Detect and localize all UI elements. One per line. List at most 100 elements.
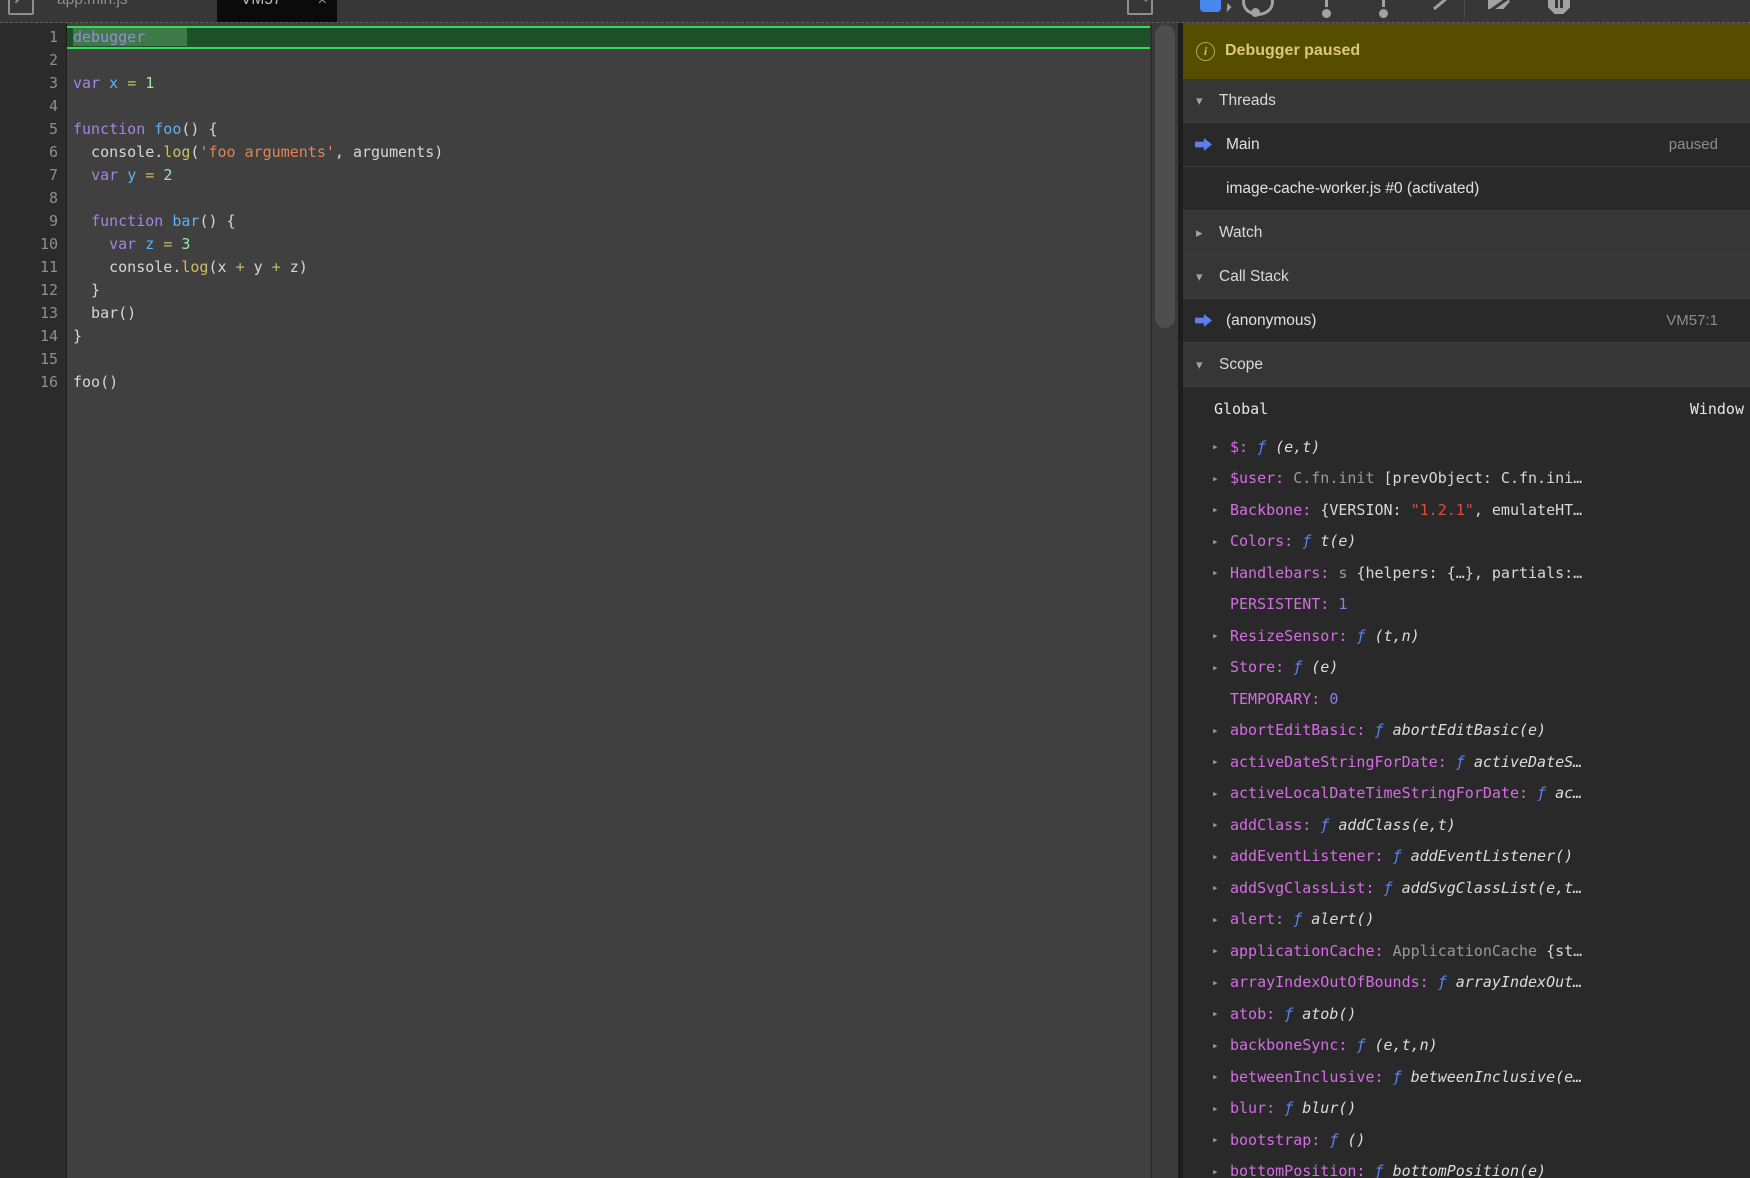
step-out-button[interactable] xyxy=(1379,9,1388,18)
code-line[interactable]: 1debugger xyxy=(0,26,1150,49)
section-header-watch[interactable]: ▸Watch xyxy=(1183,211,1750,255)
code-text[interactable]: foo() xyxy=(67,371,1150,394)
chevron-right-icon[interactable]: ▸ xyxy=(1212,850,1230,863)
scope-property-row[interactable]: ▸PERSISTENT: 1 xyxy=(1183,589,1750,621)
list-item[interactable]: image-cache-worker.js #0 (activated) xyxy=(1183,167,1750,211)
line-number[interactable]: 9 xyxy=(0,210,67,233)
code-line[interactable]: 5function foo() { xyxy=(0,118,1150,141)
chevron-down-icon[interactable]: ▾ xyxy=(1196,357,1219,373)
scope-property-row[interactable]: ▸bottomPosition: ƒ bottomPosition(e) xyxy=(1183,1156,1750,1178)
code-line[interactable]: 11 console.log(x + y + z) xyxy=(0,256,1150,279)
scope-property-row[interactable]: ▸bootstrap: ƒ () xyxy=(1183,1124,1750,1156)
section-header-call-stack[interactable]: ▾Call Stack xyxy=(1183,255,1750,299)
line-number[interactable]: 16 xyxy=(0,371,67,394)
chevron-right-icon[interactable]: ▸ xyxy=(1212,724,1230,737)
scope-property-row[interactable]: ▸Handlebars: s {helpers: {…}, partials:… xyxy=(1183,557,1750,589)
step-into-button[interactable] xyxy=(1322,9,1331,18)
chevron-down-icon[interactable]: ▾ xyxy=(1196,269,1219,285)
scope-property-row[interactable]: ▸addEventListener: ƒ addEventListener() xyxy=(1183,841,1750,873)
line-number[interactable]: 13 xyxy=(0,302,67,325)
line-number[interactable]: 3 xyxy=(0,72,67,95)
code-line[interactable]: 6 console.log('foo arguments', arguments… xyxy=(0,141,1150,164)
code-text[interactable] xyxy=(67,348,1150,371)
list-item[interactable]: (anonymous)VM57:1 xyxy=(1183,299,1750,343)
section-header-scope[interactable]: ▾Scope xyxy=(1183,343,1750,387)
code-text[interactable]: var y = 2 xyxy=(67,164,1150,187)
chevron-right-icon[interactable]: ▸ xyxy=(1212,535,1230,548)
code-line[interactable]: 14} xyxy=(0,325,1150,348)
scope-property-row[interactable]: ▸betweenInclusive: ƒ betweenInclusive(e… xyxy=(1183,1061,1750,1093)
code-line[interactable]: 2 xyxy=(0,49,1150,72)
chevron-right-icon[interactable]: ▸ xyxy=(1212,944,1230,957)
scope-property-row[interactable]: ▸arrayIndexOutOfBounds: ƒ arrayIndexOut… xyxy=(1183,967,1750,999)
chevron-down-icon[interactable]: ▾ xyxy=(1196,93,1219,109)
scope-property-row[interactable]: ▸$user: C.fn.init [prevObject: C.fn.ini… xyxy=(1183,463,1750,495)
scope-property-row[interactable]: ▸blur: ƒ blur() xyxy=(1183,1093,1750,1125)
scope-property-row[interactable]: ▸activeLocalDateTimeStringForDate: ƒ ac… xyxy=(1183,778,1750,810)
code-text[interactable]: bar() xyxy=(67,302,1150,325)
code-line[interactable]: 9 function bar() { xyxy=(0,210,1150,233)
code-line[interactable]: 4 xyxy=(0,95,1150,118)
code-text[interactable]: function foo() { xyxy=(67,118,1150,141)
scope-property-row[interactable]: ▸abortEditBasic: ƒ abortEditBasic(e) xyxy=(1183,715,1750,747)
scope-property-row[interactable]: ▸Colors: ƒ t(e) xyxy=(1183,526,1750,558)
chevron-right-icon[interactable]: ▸ xyxy=(1212,787,1230,800)
code-text[interactable] xyxy=(67,187,1150,210)
resume-script-button[interactable] xyxy=(1200,0,1221,12)
scope-property-row[interactable]: ▸Backbone: {VERSION: "1.2.1", emulateHT… xyxy=(1183,494,1750,526)
code-line[interactable]: 15 xyxy=(0,348,1150,371)
scope-property-row[interactable]: ▸alert: ƒ alert() xyxy=(1183,904,1750,936)
scope-property-row[interactable]: ▸addClass: ƒ addClass(e,t) xyxy=(1183,809,1750,841)
chevron-right-icon[interactable]: ▸ xyxy=(1212,1165,1230,1178)
line-number[interactable]: 4 xyxy=(0,95,67,118)
scope-property-row[interactable]: ▸atob: ƒ atob() xyxy=(1183,998,1750,1030)
code-line[interactable]: 3var x = 1 xyxy=(0,72,1150,95)
line-number[interactable]: 8 xyxy=(0,187,67,210)
chevron-right-icon[interactable]: ▸ xyxy=(1196,225,1219,241)
line-number[interactable]: 14 xyxy=(0,325,67,348)
scope-property-row[interactable]: ▸activeDateStringForDate: ƒ activeDateS… xyxy=(1183,746,1750,778)
code-line[interactable]: 7 var y = 2 xyxy=(0,164,1150,187)
line-number[interactable]: 15 xyxy=(0,348,67,371)
scope-property-row[interactable]: ▸backboneSync: ƒ (e,t,n) xyxy=(1183,1030,1750,1062)
line-number[interactable]: 12 xyxy=(0,279,67,302)
code-text[interactable]: console.log(x + y + z) xyxy=(67,256,1150,279)
code-line[interactable]: 12 } xyxy=(0,279,1150,302)
code-line[interactable]: 13 bar() xyxy=(0,302,1150,325)
code-line[interactable]: 8 xyxy=(0,187,1150,210)
editor-scrollbar-thumb[interactable] xyxy=(1155,25,1175,328)
tab-vm57[interactable]: VM57 × xyxy=(217,0,337,22)
chevron-right-icon[interactable]: ▸ xyxy=(1212,913,1230,926)
chevron-right-icon[interactable]: ▸ xyxy=(1212,1070,1230,1083)
list-item[interactable]: Mainpaused xyxy=(1183,123,1750,167)
chevron-right-icon[interactable]: ▸ xyxy=(1212,566,1230,579)
chevron-right-icon[interactable]: ▸ xyxy=(1212,661,1230,674)
navigator-toggle-icon[interactable] xyxy=(8,0,34,15)
code-text[interactable] xyxy=(67,49,1150,72)
code-text[interactable] xyxy=(67,95,1150,118)
code-line[interactable]: 16foo() xyxy=(0,371,1150,394)
code-text[interactable]: var z = 3 xyxy=(67,233,1150,256)
line-number[interactable]: 6 xyxy=(0,141,67,164)
scope-global-row[interactable]: Global Window xyxy=(1183,387,1750,431)
line-number[interactable]: 11 xyxy=(0,256,67,279)
scope-property-row[interactable]: ▸$: ƒ (e,t) xyxy=(1183,431,1750,463)
chevron-right-icon[interactable]: ▸ xyxy=(1212,976,1230,989)
chevron-right-icon[interactable]: ▸ xyxy=(1212,1007,1230,1020)
line-number[interactable]: 10 xyxy=(0,233,67,256)
scope-property-row[interactable]: ▸TEMPORARY: 0 xyxy=(1183,683,1750,715)
chevron-right-icon[interactable]: ▸ xyxy=(1212,629,1230,642)
line-number[interactable]: 5 xyxy=(0,118,67,141)
editor-scrollbar[interactable] xyxy=(1151,23,1179,1178)
line-number[interactable]: 1 xyxy=(0,26,67,49)
scope-property-row[interactable]: ▸addSvgClassList: ƒ addSvgClassList(e,t… xyxy=(1183,872,1750,904)
chevron-right-icon[interactable]: ▸ xyxy=(1212,881,1230,894)
sidebar-toggle-icon[interactable] xyxy=(1127,0,1153,15)
tab-app-min-js[interactable]: app.min.js xyxy=(57,0,128,9)
step-over-button[interactable] xyxy=(1251,8,1260,17)
code-text[interactable]: console.log('foo arguments', arguments) xyxy=(67,141,1150,164)
scope-property-row[interactable]: ▸applicationCache: ApplicationCache {st… xyxy=(1183,935,1750,967)
chevron-right-icon[interactable]: ▸ xyxy=(1212,818,1230,831)
chevron-right-icon[interactable]: ▸ xyxy=(1212,503,1230,516)
chevron-right-icon[interactable]: ▸ xyxy=(1212,755,1230,768)
